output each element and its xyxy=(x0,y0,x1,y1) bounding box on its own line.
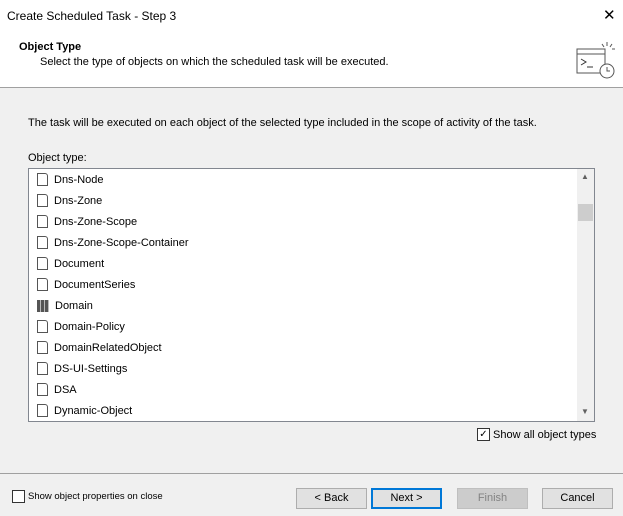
footer-divider xyxy=(0,473,623,474)
list-item-label: DocumentSeries xyxy=(54,278,136,291)
list-item-label: Dns-Zone xyxy=(54,194,103,207)
back-button[interactable]: < Back xyxy=(296,488,367,509)
vertical-scrollbar[interactable]: ▲ ▼ xyxy=(577,169,594,421)
list-item-label: DS-UI-Settings xyxy=(54,362,128,375)
list-item-label: Dns-Node xyxy=(54,173,104,186)
document-icon xyxy=(37,257,48,270)
document-icon xyxy=(37,278,48,291)
document-icon xyxy=(37,320,48,333)
cancel-button[interactable]: Cancel xyxy=(542,488,613,509)
document-icon xyxy=(37,341,48,354)
document-icon xyxy=(37,215,48,228)
window-title: Create Scheduled Task - Step 3 xyxy=(7,9,177,23)
page-title: Object Type xyxy=(19,41,82,53)
close-icon[interactable]: ✕ xyxy=(603,6,616,24)
object-type-label: Object type: xyxy=(28,152,87,164)
list-item[interactable]: Domain xyxy=(37,295,93,316)
list-item[interactable]: Document xyxy=(37,253,104,274)
title-bar: Create Scheduled Task - Step 3 ✕ xyxy=(0,0,623,31)
show-all-label: Show all object types xyxy=(493,428,597,441)
description-text: The task will be executed on each object… xyxy=(28,117,537,129)
list-item[interactable]: Dns-Zone xyxy=(37,190,102,211)
list-item[interactable]: DocumentSeries xyxy=(37,274,135,295)
list-item[interactable]: DSA xyxy=(37,379,77,400)
list-item[interactable]: Dns-Zone-Scope-Container xyxy=(37,232,189,253)
document-icon xyxy=(37,404,48,417)
next-button[interactable]: Next > xyxy=(371,488,442,509)
scrollbar-thumb[interactable] xyxy=(578,204,593,221)
finish-button[interactable]: Finish xyxy=(457,488,528,509)
document-icon xyxy=(37,362,48,375)
list-item-label: Dns-Zone-Scope xyxy=(54,215,138,228)
object-type-list[interactable]: Dns-Node Dns-Zone Dns-Zone-Scope Dns-Zone-S… xyxy=(28,168,595,422)
list-item-label: DomainRelatedObject xyxy=(54,341,162,354)
list-item-label: Domain-Policy xyxy=(54,320,125,333)
list-item-label: Document xyxy=(54,257,105,270)
list-item[interactable]: DomainRelatedObject xyxy=(37,337,162,358)
document-icon xyxy=(37,383,48,396)
list-item[interactable]: Domain-Policy xyxy=(37,316,125,337)
list-item-label: Dynamic-Object xyxy=(54,404,133,417)
page-subtitle: Select the type of objects on which the … xyxy=(40,56,389,68)
list-item-label: Dns-Zone-Scope-Container xyxy=(54,236,189,249)
document-icon xyxy=(37,173,48,186)
show-all-object-types-checkbox[interactable]: ✓ Show all object types xyxy=(477,428,596,441)
show-object-properties-checkbox[interactable]: Show object properties on close xyxy=(12,490,163,503)
checkbox-unchecked-icon[interactable] xyxy=(12,490,25,503)
show-props-label: Show object properties on close xyxy=(28,491,163,502)
checkbox-checked-icon[interactable]: ✓ xyxy=(477,428,490,441)
domain-icon xyxy=(37,299,49,312)
list-item[interactable]: DS-UI-Settings xyxy=(37,358,127,379)
list-item-label: Domain xyxy=(55,299,93,312)
list-item[interactable]: Dns-Node xyxy=(37,169,104,190)
list-item[interactable]: Dynamic-Object xyxy=(37,400,132,421)
scroll-down-icon[interactable]: ▼ xyxy=(581,407,589,416)
document-icon xyxy=(37,236,48,249)
document-icon xyxy=(37,194,48,207)
wizard-header: Object Type Select the type of objects o… xyxy=(0,31,623,88)
scheduled-task-icon xyxy=(576,42,615,79)
scroll-up-icon[interactable]: ▲ xyxy=(581,172,589,181)
list-item-label: DSA xyxy=(54,383,77,396)
list-item[interactable]: Dns-Zone-Scope xyxy=(37,211,137,232)
